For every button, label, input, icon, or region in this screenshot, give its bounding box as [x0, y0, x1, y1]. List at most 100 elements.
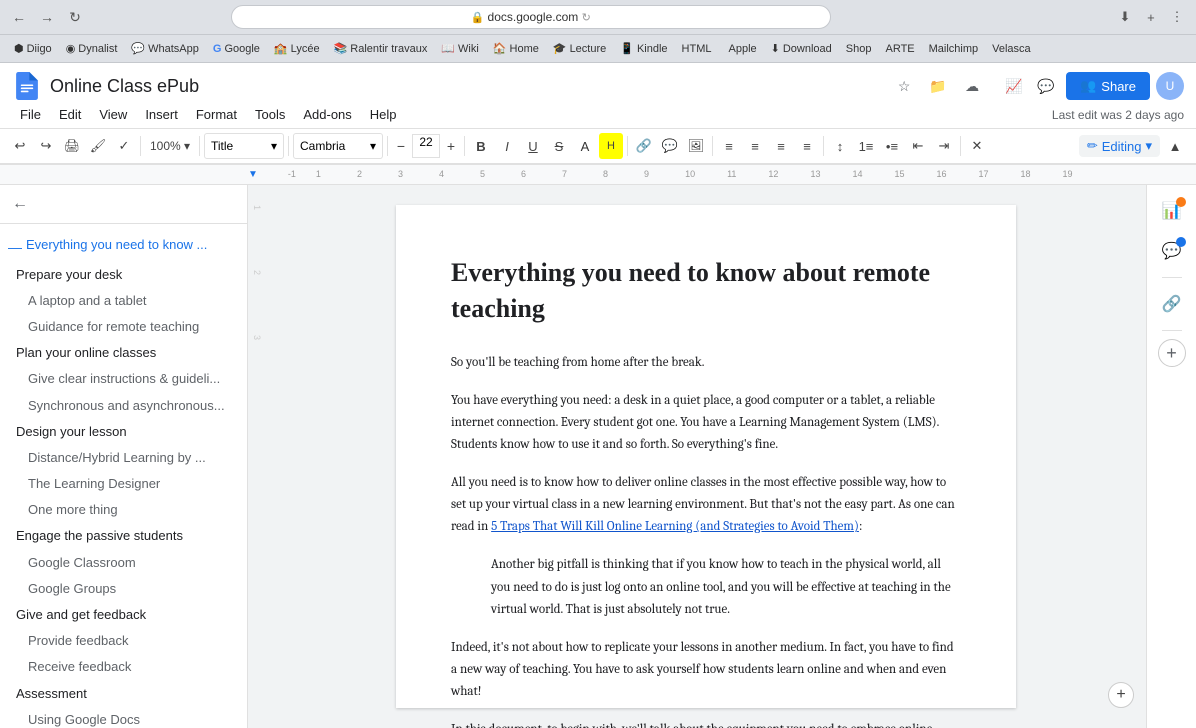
new-tab-button[interactable]: + [1140, 6, 1162, 28]
external-link[interactable]: 5 Traps That Will Kill Online Learning (… [491, 519, 859, 534]
outline-item-11[interactable]: Engage the passive students [0, 523, 247, 549]
outline-item-17[interactable]: Assessment [0, 681, 247, 707]
outline-item-3[interactable]: Guidance for remote teaching [0, 314, 247, 340]
style-selector[interactable]: Title ▾ [204, 133, 284, 159]
bulleted-list-button[interactable]: •≡ [880, 133, 904, 159]
strikethrough-button[interactable]: S [547, 133, 571, 159]
decrease-indent-button[interactable]: ⇤ [906, 133, 930, 159]
editing-badge[interactable]: ✏ Editing ▾ [1079, 135, 1160, 157]
font-size-input[interactable]: 22 [412, 134, 440, 158]
bookmark-dynalist[interactable]: ◉ Dynalist [60, 40, 124, 57]
outline-item-2[interactable]: A laptop and a tablet [0, 288, 247, 314]
spell-check-button[interactable]: ✓ [112, 133, 136, 159]
bookmark-arte[interactable]: ARTE [879, 41, 920, 57]
bookmark-download[interactable]: ⬇ Download [765, 40, 838, 57]
user-avatar[interactable]: U [1156, 72, 1184, 100]
bookmark-html[interactable]: HTML [676, 41, 718, 57]
menu-tools[interactable]: Tools [247, 103, 293, 126]
line-spacing-button[interactable]: ↕ [828, 133, 852, 159]
outline-item-9[interactable]: The Learning Designer [0, 471, 247, 497]
align-justify-button[interactable]: ≡ [795, 133, 819, 159]
outline-item-16[interactable]: Receive feedback [0, 654, 247, 680]
outline-item-4[interactable]: Plan your online classes [0, 340, 247, 366]
bookmark-apple[interactable]: Apple [720, 41, 763, 57]
increase-indent-button[interactable]: ⇥ [932, 133, 956, 159]
comment-button[interactable]: 💬 [658, 133, 682, 159]
document-area[interactable]: Everything you need to know about remote… [266, 185, 1146, 728]
menu-view[interactable]: View [91, 103, 135, 126]
move-button[interactable]: 📁 [924, 72, 952, 100]
font-increase-button[interactable]: + [442, 133, 460, 159]
align-center-button[interactable]: ≡ [743, 133, 767, 159]
more-button[interactable]: ⋮ [1166, 6, 1188, 28]
menu-edit[interactable]: Edit [51, 103, 89, 126]
star-button[interactable]: ☆ [890, 72, 918, 100]
undo-button[interactable]: ↩ [8, 133, 32, 159]
align-left-button[interactable]: ≡ [717, 133, 741, 159]
outline-item-5[interactable]: Give clear instructions & guideli... [0, 366, 247, 392]
bookmark-whatsapp[interactable]: 💬 WhatsApp [125, 40, 204, 57]
font-chevron-icon: ▾ [370, 139, 376, 153]
menu-addons[interactable]: Add-ons [295, 103, 359, 126]
bookmark-ralentir[interactable]: 📚 Ralentir travaux [328, 40, 434, 57]
outline-back-button[interactable]: ← [12, 195, 28, 213]
bookmark-kindle[interactable]: 📱 Kindle [614, 40, 673, 57]
outline-item-6[interactable]: Synchronous and asynchronous... [0, 393, 247, 419]
menu-file[interactable]: File [12, 103, 49, 126]
bookmark-velasca[interactable]: Velasca [986, 41, 1037, 57]
address-bar[interactable]: 🔒 docs.google.com ↻ [231, 5, 831, 29]
bookmark-wiki[interactable]: 📖 Wiki [435, 40, 484, 57]
chat-button[interactable]: 💬 [1032, 72, 1060, 100]
bold-button[interactable]: B [469, 133, 493, 159]
bookmark-lecture[interactable]: 🎓 Lecture [547, 40, 612, 57]
paragraph-6: In this document, to begin with, we'll t… [451, 719, 961, 728]
outline-collapse-icon: — [8, 238, 22, 258]
add-section-button[interactable]: + [1158, 339, 1186, 367]
bookmark-mailchimp[interactable]: Mailchimp [923, 41, 985, 57]
outline-item-14[interactable]: Give and get feedback [0, 602, 247, 628]
font-decrease-button[interactable]: − [392, 133, 410, 159]
nav-forward-button[interactable]: → [36, 6, 58, 28]
bookmark-shop[interactable]: Shop [840, 41, 878, 57]
bookmark-google[interactable]: G Google [207, 41, 266, 57]
paint-format-button[interactable]: 🖌 [86, 133, 110, 159]
font-selector[interactable]: Cambria ▾ [293, 133, 383, 159]
collapse-toolbar-button[interactable]: ▲ [1162, 133, 1188, 159]
outline-item-8[interactable]: Distance/Hybrid Learning by ... [0, 445, 247, 471]
clear-format-button[interactable]: ✕ [965, 133, 989, 159]
zoom-display[interactable]: 100% ▾ [145, 133, 195, 159]
numbered-list-button[interactable]: 1≡ [854, 133, 878, 159]
text-color-button[interactable]: A [573, 133, 597, 159]
outline-item-10[interactable]: One more thing [0, 497, 247, 523]
links-button[interactable]: 🔗 [1154, 286, 1190, 322]
outline-item-15[interactable]: Provide feedback [0, 628, 247, 654]
menu-format[interactable]: Format [188, 103, 245, 126]
outline-item-1[interactable]: Prepare your desk [0, 262, 247, 288]
redo-button[interactable]: ↪ [34, 133, 58, 159]
bookmark-diigo[interactable]: ⬢ Diigo [8, 40, 58, 57]
outline-item-7[interactable]: Design your lesson [0, 419, 247, 445]
menu-insert[interactable]: Insert [137, 103, 186, 126]
bookmark-lycee[interactable]: 🏫 Lycée [268, 40, 326, 57]
align-right-button[interactable]: ≡ [769, 133, 793, 159]
image-button[interactable]: 🖼 [684, 133, 708, 159]
download-button[interactable]: ⬇ [1114, 6, 1136, 28]
nav-back-button[interactable]: ← [8, 6, 30, 28]
bookmark-home[interactable]: 🏠 Home [487, 40, 545, 57]
gdrive-button[interactable]: ☁ [958, 72, 986, 100]
doc-title[interactable]: Online Class ePub [50, 76, 882, 97]
link-button[interactable]: 🔗 [632, 133, 656, 159]
trending-button[interactable]: 📈 [1000, 72, 1028, 100]
underline-button[interactable]: U [521, 133, 545, 159]
outline-item-13[interactable]: Google Groups [0, 576, 247, 602]
outline-item-0[interactable]: — Everything you need to know ... [0, 232, 247, 262]
menu-help[interactable]: Help [362, 103, 405, 126]
outline-item-12[interactable]: Google Classroom [0, 550, 247, 576]
italic-button[interactable]: I [495, 133, 519, 159]
print-button[interactable]: 🖨 [60, 133, 84, 159]
share-button[interactable]: 👥 Share [1066, 72, 1150, 100]
nav-refresh-button[interactable]: ↻ [64, 6, 86, 28]
add-page-button[interactable]: + [1108, 682, 1134, 708]
highlight-button[interactable]: H [599, 133, 623, 159]
outline-item-18[interactable]: Using Google Docs [0, 707, 247, 728]
